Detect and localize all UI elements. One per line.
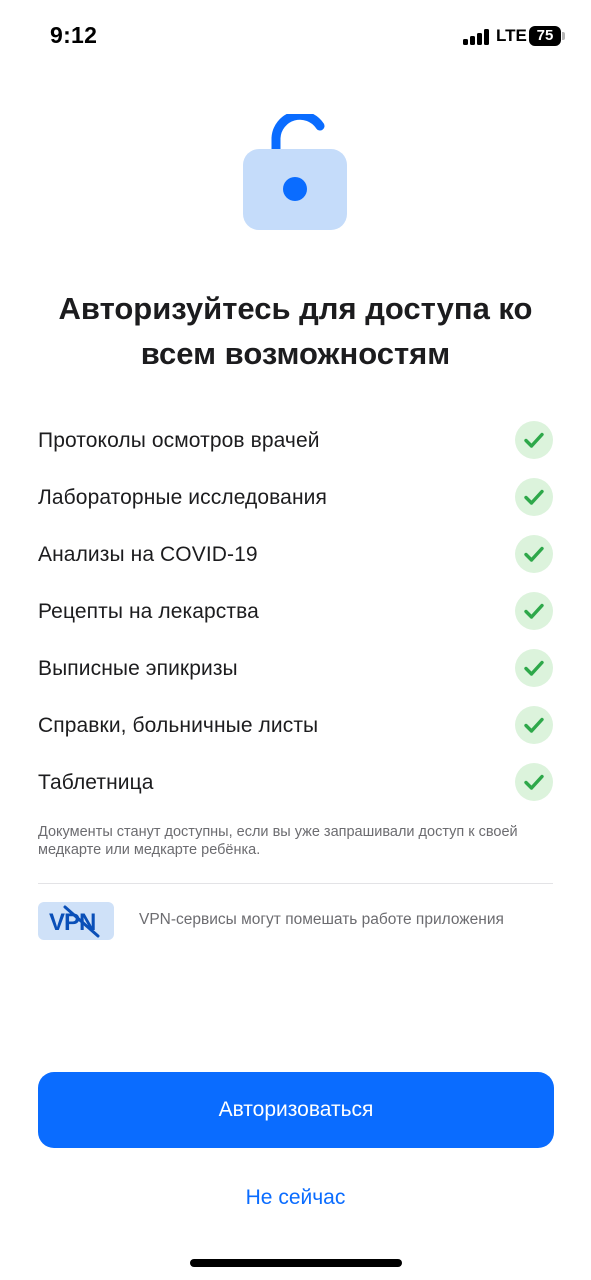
feature-label: Анализы на COVID-19 — [38, 542, 258, 566]
authorize-button[interactable]: Авторизоваться — [38, 1072, 554, 1148]
vpn-off-icon: VPN — [38, 902, 114, 940]
check-icon — [515, 478, 553, 516]
check-icon — [515, 421, 553, 459]
feature-item: Справки, больничные листы — [38, 697, 554, 754]
page-title: Авторизуйтесь для доступа ко всем возмож… — [58, 291, 533, 371]
check-icon — [515, 763, 553, 801]
check-icon — [515, 649, 553, 687]
feature-item: Выписные эпикризы — [38, 640, 554, 697]
feature-label: Справки, больничные листы — [38, 713, 319, 737]
feature-label: Таблетница — [38, 770, 154, 794]
feature-label: Выписные эпикризы — [38, 656, 238, 680]
feature-item: Протоколы осмотров врачей — [38, 412, 554, 469]
not-now-button[interactable]: Не сейчас — [0, 1186, 591, 1210]
battery-icon: 75 — [529, 26, 565, 46]
feature-label: Рецепты на лекарства — [38, 599, 259, 623]
network-type: LTE — [496, 26, 527, 45]
check-icon — [515, 592, 553, 630]
status-bar: 9:12 LTE 75 — [0, 0, 591, 72]
divider — [38, 883, 553, 884]
feature-item: Таблетница — [38, 754, 554, 811]
feature-list: Протоколы осмотров врачей Лабораторные и… — [38, 412, 554, 811]
home-indicator[interactable] — [190, 1259, 402, 1267]
signal-icon — [463, 29, 491, 45]
availability-note: Документы станут доступны, если вы уже з… — [38, 824, 518, 858]
auth-promo-screen: 9:12 LTE 75 Авторизуйтесь для доступа ко… — [0, 0, 591, 1280]
vpn-warning-text: VPN-сервисы могут помешать работе прилож… — [139, 911, 504, 928]
check-icon — [515, 706, 553, 744]
feature-item: Лабораторные исследования — [38, 469, 554, 526]
feature-label: Лабораторные исследования — [38, 485, 327, 509]
status-time: 9:12 — [50, 22, 98, 48]
lock-open-icon — [242, 110, 348, 232]
feature-item: Рецепты на лекарства — [38, 583, 554, 640]
check-icon — [515, 535, 553, 573]
feature-item: Анализы на COVID-19 — [38, 526, 554, 583]
feature-label: Протоколы осмотров врачей — [38, 428, 320, 452]
battery-level: 75 — [536, 27, 554, 44]
